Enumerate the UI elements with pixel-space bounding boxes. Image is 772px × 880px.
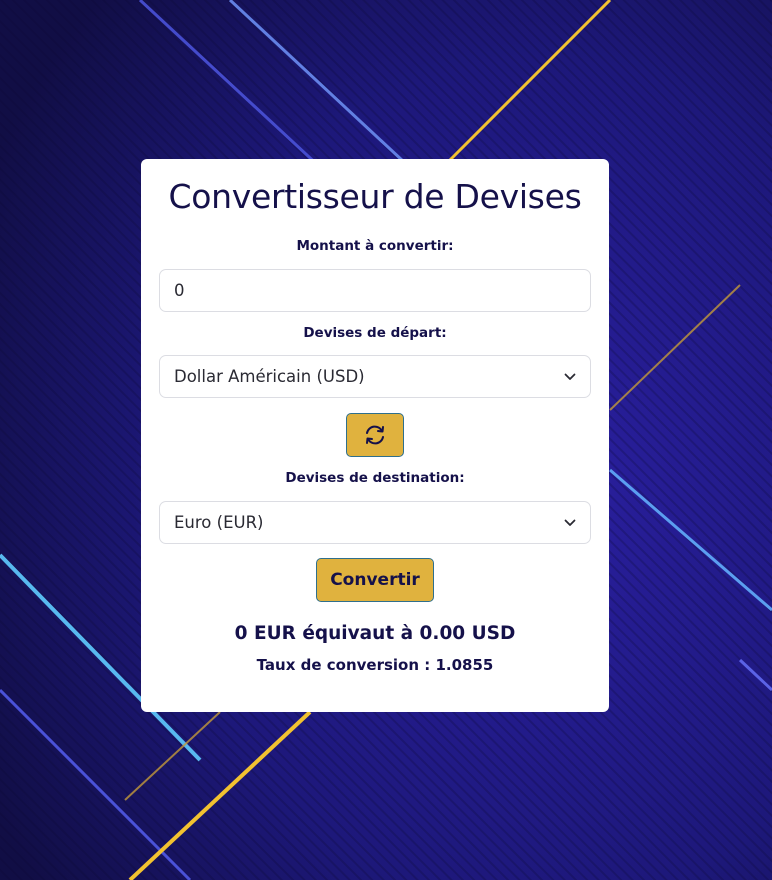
amount-input[interactable]: 0	[159, 269, 591, 312]
converter-card: Convertisseur de Devises Montant à conve…	[141, 159, 609, 712]
swap-currencies-button[interactable]	[346, 413, 404, 457]
amount-value: 0	[174, 281, 185, 300]
swap-arrows-icon	[366, 425, 384, 445]
chevron-down-icon	[564, 519, 576, 526]
chevron-down-icon	[564, 373, 576, 380]
conversion-rate: Taux de conversion : 1.0855	[256, 656, 494, 674]
amount-label: Montant à convertir:	[296, 238, 454, 254]
from-currency-label: Devises de départ:	[303, 325, 447, 341]
to-currency-select[interactable]: Euro (EUR)	[159, 501, 591, 544]
from-currency-value: Dollar Américain (USD)	[174, 367, 365, 386]
convert-button[interactable]: Convertir	[316, 558, 434, 602]
page-title: Convertisseur de Devises	[168, 177, 582, 216]
to-currency-value: Euro (EUR)	[174, 513, 264, 532]
from-currency-select[interactable]: Dollar Américain (USD)	[159, 355, 591, 398]
to-currency-label: Devises de destination:	[285, 470, 465, 486]
conversion-result: 0 EUR équivaut à 0.00 USD	[234, 623, 516, 644]
